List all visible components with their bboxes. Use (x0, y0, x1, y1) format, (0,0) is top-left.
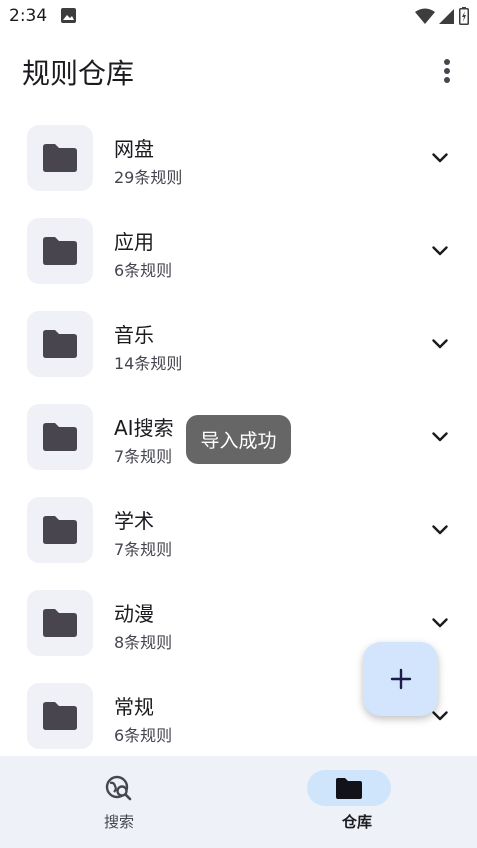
folder-rule-count: 14条规则 (114, 354, 183, 373)
folder-rule-count: 6条规则 (114, 261, 173, 280)
chevron-down-icon (432, 711, 448, 721)
toast-message: 导入成功 (186, 415, 291, 464)
expand-button[interactable] (427, 610, 453, 636)
folder-name: 音乐 (114, 323, 154, 347)
battery-icon (459, 7, 469, 29)
expand-button[interactable] (427, 331, 453, 357)
folder-rule-count: 7条规则 (114, 540, 173, 559)
folder-tile (27, 311, 93, 377)
nav-label-search: 搜索 (103, 813, 134, 831)
nav-indicator-active (307, 770, 391, 806)
chevron-down-icon (432, 525, 448, 535)
expand-button[interactable] (427, 145, 453, 171)
folder-row[interactable]: 网盘 29条规则 (0, 111, 477, 204)
folder-row[interactable]: 应用 6条规则 (0, 204, 477, 297)
wifi-icon (415, 8, 435, 29)
folder-name: AI搜索 (114, 416, 174, 440)
travel-explore-icon (105, 775, 132, 801)
add-rule-fab[interactable] (363, 642, 438, 716)
folder-row[interactable]: 音乐 14条规则 (0, 297, 477, 390)
folder-icon (43, 702, 77, 730)
nav-item-search[interactable]: 搜索 (0, 756, 238, 848)
bottom-navigation: 搜索 仓库 (0, 756, 477, 848)
folder-tile (27, 683, 93, 749)
folder-icon (336, 777, 362, 799)
folder-name: 学术 (114, 509, 154, 533)
folder-tile (27, 404, 93, 470)
expand-button[interactable] (427, 517, 453, 543)
page-title: 规则仓库 (22, 57, 135, 90)
nav-item-repository[interactable]: 仓库 (238, 756, 476, 848)
folder-tile (27, 218, 93, 284)
folder-rule-count: 8条规则 (114, 633, 173, 652)
folder-icon (43, 330, 77, 358)
more-vert-icon (444, 59, 450, 83)
folder-icon (43, 423, 77, 451)
nav-label-repository: 仓库 (341, 813, 372, 831)
folder-name: 网盘 (114, 137, 154, 161)
folder-name: 动漫 (114, 602, 154, 626)
status-bar: 2:34 (0, 0, 477, 32)
plus-icon (390, 668, 411, 690)
status-indicators (415, 7, 469, 29)
folder-icon (43, 516, 77, 544)
folder-row[interactable]: 学术 7条规则 (0, 483, 477, 576)
folder-rule-count: 29条规则 (114, 168, 183, 187)
expand-button[interactable] (427, 238, 453, 264)
folder-icon (43, 237, 77, 265)
chevron-down-icon (432, 432, 448, 442)
expand-button[interactable] (427, 424, 453, 450)
status-time: 2:34 (9, 6, 48, 26)
chevron-down-icon (432, 246, 448, 256)
folder-tile (27, 125, 93, 191)
more-options-button[interactable] (432, 56, 462, 86)
chevron-down-icon (432, 153, 448, 163)
folder-name: 应用 (114, 230, 154, 254)
folder-name: 常规 (114, 695, 154, 719)
folder-tile (27, 497, 93, 563)
folder-icon (43, 609, 77, 637)
image-notification-icon (61, 8, 76, 23)
nav-indicator (77, 770, 161, 806)
folder-rule-count: 6条规则 (114, 726, 173, 745)
chevron-down-icon (432, 618, 448, 628)
folder-rule-count: 7条规则 (114, 447, 173, 466)
folder-icon (43, 144, 77, 172)
cellular-signal-icon (439, 8, 455, 29)
chevron-down-icon (432, 339, 448, 349)
folder-tile (27, 590, 93, 656)
